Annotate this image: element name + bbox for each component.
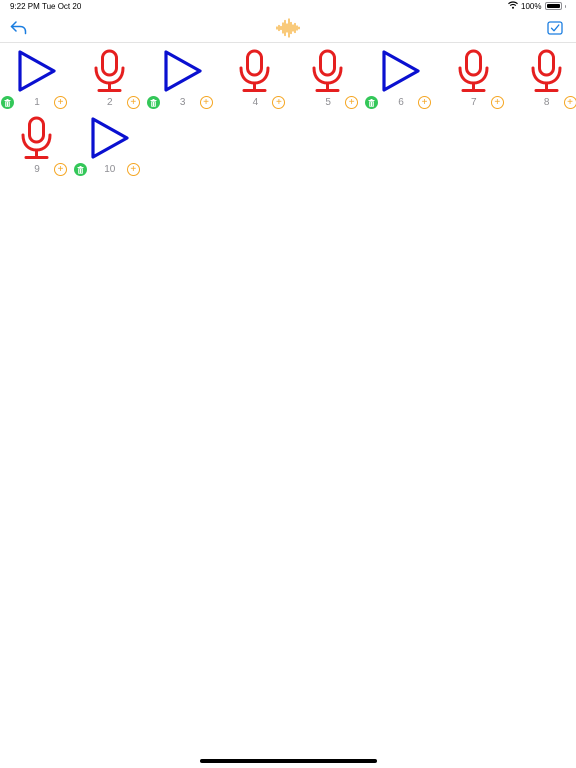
track-number: 6 <box>398 97 404 108</box>
undo-button[interactable] <box>9 19 29 37</box>
status-indicators: 100% <box>508 1 566 11</box>
waveform-icon <box>276 18 300 38</box>
track-number: 3 <box>179 97 186 108</box>
record-button[interactable] <box>233 49 277 93</box>
play-button[interactable] <box>161 49 205 93</box>
play-icon <box>91 117 129 159</box>
track-cell: 4 + <box>219 43 292 111</box>
play-button[interactable] <box>379 49 423 93</box>
add-button[interactable]: + <box>126 96 140 109</box>
play-icon <box>382 50 420 92</box>
add-button[interactable]: + <box>199 96 213 109</box>
track-cell: 1 + <box>1 43 74 111</box>
add-button[interactable]: + <box>563 96 576 109</box>
track-cell: 10 + <box>73 110 147 178</box>
microphone-icon <box>458 49 489 92</box>
track-number: 1 <box>34 97 40 108</box>
microphone-icon <box>531 49 562 92</box>
play-icon <box>163 50 202 92</box>
track-number: 5 <box>325 97 331 108</box>
track-cell: 6 + <box>365 43 438 111</box>
select-button[interactable] <box>545 19 565 37</box>
play-button[interactable] <box>15 49 59 93</box>
track-number: 2 <box>107 97 113 108</box>
trash-icon <box>77 165 84 174</box>
track-cell: 9 + <box>1 110 74 178</box>
trash-icon <box>150 98 157 107</box>
track-number: 8 <box>543 97 550 108</box>
add-button[interactable]: + <box>272 96 286 109</box>
track-number: 4 <box>252 97 259 108</box>
delete-button[interactable] <box>146 96 160 109</box>
delete-button[interactable] <box>73 163 87 176</box>
delete-button[interactable] <box>1 96 14 109</box>
track-cell: 5 + <box>292 43 365 111</box>
microphone-icon <box>312 49 343 92</box>
record-button[interactable] <box>15 116 59 160</box>
add-button[interactable]: + <box>490 96 504 109</box>
add-button[interactable]: + <box>418 96 431 109</box>
record-button[interactable] <box>452 49 496 93</box>
track-number: 9 <box>34 164 40 175</box>
record-button[interactable] <box>306 49 350 93</box>
track-cell: 2 + <box>74 43 147 111</box>
track-number: 7 <box>471 97 477 108</box>
trash-icon <box>4 98 11 107</box>
microphone-icon <box>239 49 270 92</box>
undo-arrow-icon <box>10 21 27 35</box>
track-cell: 8 + <box>511 43 576 111</box>
home-indicator <box>200 759 377 763</box>
record-button[interactable] <box>525 49 569 93</box>
play-icon <box>18 50 56 92</box>
add-button[interactable]: + <box>345 96 359 109</box>
wifi-icon <box>508 1 518 11</box>
battery-icon <box>544 2 562 10</box>
battery-percent: 100% <box>521 1 542 11</box>
add-button[interactable]: + <box>126 163 140 176</box>
track-number: 10 <box>104 164 116 175</box>
nav-bar <box>0 14 576 43</box>
checkbox-icon <box>547 21 563 35</box>
status-date: Tue Oct 20 <box>42 2 82 11</box>
delete-button[interactable] <box>365 96 378 109</box>
status-time: 9:22 PM <box>10 2 40 11</box>
waveform-logo <box>275 18 301 38</box>
add-button[interactable]: + <box>54 163 67 176</box>
microphone-icon <box>94 49 125 92</box>
microphone-icon <box>21 116 52 159</box>
play-button[interactable] <box>88 116 132 160</box>
track-cell: 3 + <box>146 43 220 111</box>
record-button[interactable] <box>88 49 132 93</box>
track-cell: 7 + <box>438 43 511 111</box>
trash-icon <box>368 98 375 107</box>
status-bar: 9:22 PM Tue Oct 20 100% <box>0 0 576 14</box>
add-button[interactable]: + <box>54 96 67 109</box>
